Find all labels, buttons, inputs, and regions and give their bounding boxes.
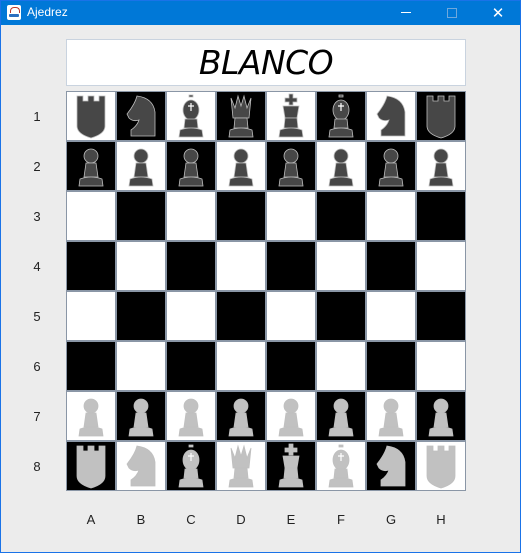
board-square-f8[interactable]	[316, 441, 366, 491]
board-square-a6[interactable]	[66, 341, 116, 391]
maximize-icon	[447, 7, 457, 18]
board-square-b3[interactable]	[116, 191, 166, 241]
board-square-h8[interactable]	[416, 441, 466, 491]
board-square-g8[interactable]	[366, 441, 416, 491]
board-square-e6[interactable]	[266, 341, 316, 391]
board-square-b5[interactable]	[116, 291, 166, 341]
board-square-d1[interactable]	[216, 91, 266, 141]
board-square-f3[interactable]	[316, 191, 366, 241]
rank-label: 5	[33, 309, 41, 324]
board-square-e8[interactable]	[266, 441, 316, 491]
turn-banner: BLANCO	[66, 39, 466, 86]
file-label: F	[337, 512, 345, 527]
board-square-h7[interactable]	[416, 391, 466, 441]
board-square-d4[interactable]	[216, 241, 266, 291]
board-square-g5[interactable]	[366, 291, 416, 341]
rank-label: 3	[33, 209, 41, 224]
board-square-b4[interactable]	[116, 241, 166, 291]
board-square-e5[interactable]	[266, 291, 316, 341]
window-title: Ajedrez	[27, 5, 68, 19]
board-square-f7[interactable]	[316, 391, 366, 441]
title-bar[interactable]: Ajedrez ✕	[1, 1, 520, 25]
board-square-d2[interactable]	[216, 141, 266, 191]
board-square-f2[interactable]	[316, 141, 366, 191]
board-square-c2[interactable]	[166, 141, 216, 191]
rank-label: 2	[33, 159, 41, 174]
board-square-b6[interactable]	[116, 341, 166, 391]
board-square-a7[interactable]	[66, 391, 116, 441]
board-square-e2[interactable]	[266, 141, 316, 191]
board-square-c8[interactable]	[166, 441, 216, 491]
rank-label: 4	[33, 259, 41, 274]
board-square-a2[interactable]	[66, 141, 116, 191]
board-square-c3[interactable]	[166, 191, 216, 241]
board-square-c4[interactable]	[166, 241, 216, 291]
board-square-e4[interactable]	[266, 241, 316, 291]
board-square-g2[interactable]	[366, 141, 416, 191]
board-square-e3[interactable]	[266, 191, 316, 241]
board-square-c1[interactable]	[166, 91, 216, 141]
board-square-e1[interactable]	[266, 91, 316, 141]
board-square-h2[interactable]	[416, 141, 466, 191]
rank-label: 1	[33, 109, 41, 124]
board-square-e7[interactable]	[266, 391, 316, 441]
app-window: Ajedrez ✕ BLANCO 1 2 3 4 5 6 7 8 A B C D E F G H	[0, 0, 521, 553]
board-square-g1[interactable]	[366, 91, 416, 141]
file-label: D	[236, 512, 246, 527]
board-square-d5[interactable]	[216, 291, 266, 341]
board-square-a4[interactable]	[66, 241, 116, 291]
board-square-a8[interactable]	[66, 441, 116, 491]
board-square-c7[interactable]	[166, 391, 216, 441]
board-square-a5[interactable]	[66, 291, 116, 341]
file-label: H	[436, 512, 446, 527]
board-square-b8[interactable]	[116, 441, 166, 491]
turn-label: BLANCO	[198, 43, 334, 82]
board-square-a3[interactable]	[66, 191, 116, 241]
board-square-f5[interactable]	[316, 291, 366, 341]
board-square-d7[interactable]	[216, 391, 266, 441]
close-icon: ✕	[491, 4, 505, 22]
file-label: B	[136, 512, 146, 527]
board-square-f6[interactable]	[316, 341, 366, 391]
board-square-g7[interactable]	[366, 391, 416, 441]
board-square-g6[interactable]	[366, 341, 416, 391]
board-square-g3[interactable]	[366, 191, 416, 241]
file-label: A	[86, 512, 96, 527]
board-square-h1[interactable]	[416, 91, 466, 141]
board-square-d6[interactable]	[216, 341, 266, 391]
board-square-f4[interactable]	[316, 241, 366, 291]
board-square-d3[interactable]	[216, 191, 266, 241]
rank-label: 7	[33, 409, 41, 424]
chess-board	[66, 91, 466, 491]
rank-label: 6	[33, 359, 41, 374]
board-square-b2[interactable]	[116, 141, 166, 191]
board-square-h4[interactable]	[416, 241, 466, 291]
maximize-button[interactable]	[429, 1, 475, 25]
board-square-b7[interactable]	[116, 391, 166, 441]
board-square-d8[interactable]	[216, 441, 266, 491]
file-label: G	[385, 512, 397, 527]
file-label: E	[286, 512, 296, 527]
java-app-icon	[7, 5, 21, 20]
close-button[interactable]: ✕	[475, 1, 521, 25]
board-square-b1[interactable]	[116, 91, 166, 141]
board-square-h5[interactable]	[416, 291, 466, 341]
board-square-c6[interactable]	[166, 341, 216, 391]
minimize-icon	[401, 12, 411, 13]
rank-label: 8	[33, 459, 41, 474]
board-square-h3[interactable]	[416, 191, 466, 241]
board-square-f1[interactable]	[316, 91, 366, 141]
board-square-g4[interactable]	[366, 241, 416, 291]
file-label: C	[186, 512, 196, 527]
board-square-a1[interactable]	[66, 91, 116, 141]
minimize-button[interactable]	[383, 1, 429, 25]
board-square-c5[interactable]	[166, 291, 216, 341]
board-square-h6[interactable]	[416, 341, 466, 391]
